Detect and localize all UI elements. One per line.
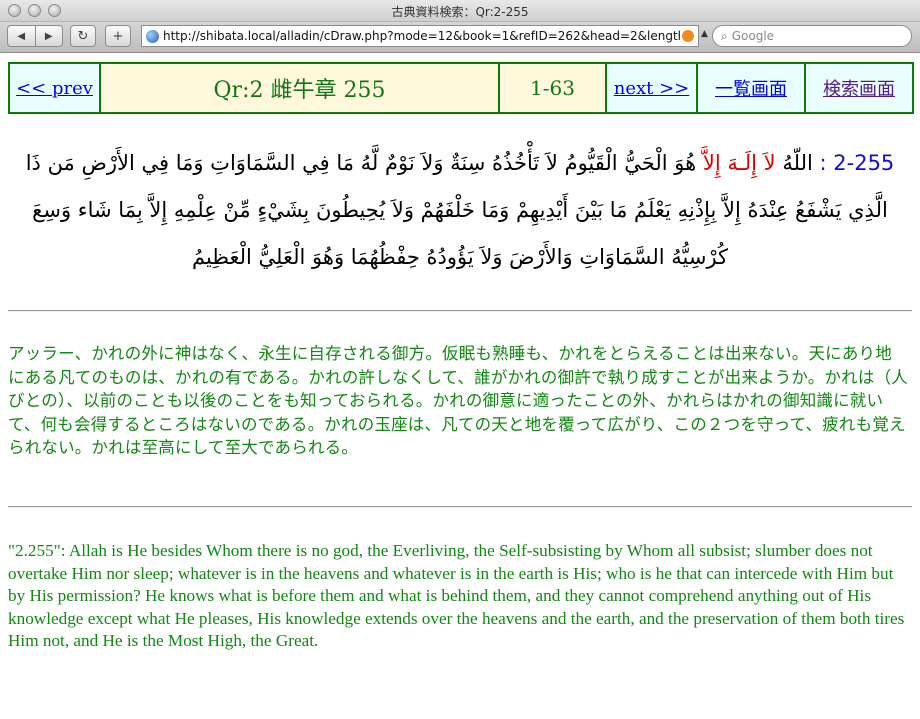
search-placeholder: Google xyxy=(731,29,775,43)
reload-icon: ↻ xyxy=(77,28,89,44)
forward-icon[interactable]: ▶ xyxy=(36,31,63,42)
back-forward-group: ◀ ▶ xyxy=(7,25,63,47)
address-bar[interactable]: http://shibata.local/alladin/cDraw.php?m… xyxy=(141,25,699,47)
browser-toolbar: ◀ ▶ ↻ + http://shibata.local/alladin/cDr… xyxy=(0,22,920,53)
verse-range: 1-63 xyxy=(498,62,607,114)
search-icon: ⌕ xyxy=(721,28,728,43)
verse-ref: 2-255 : xyxy=(819,151,895,175)
globe-icon xyxy=(146,29,159,43)
japanese-translation: アッラー、かれの外に神はなく、永生に自存される御方。仮眠も熟睡も、かれをとらえる… xyxy=(8,344,908,457)
url-dropdown-icon[interactable]: ▲ xyxy=(701,29,708,39)
reload-button[interactable]: ↻ xyxy=(70,25,96,47)
verse-navigation: << prev Qr:2 雌牛章 255 1-63 next >> 一覧画面 検… xyxy=(8,62,914,114)
plus-icon: + xyxy=(112,28,124,44)
english-translation: "2.255": Allah is He besides Whom there … xyxy=(8,541,905,650)
arabic-verse: 2-255 : اللّهُ لاَ إِلَـهَ إِلاَّ هُوَ ا… xyxy=(14,140,906,281)
verse-allah: اللّهُ xyxy=(782,151,813,175)
window-title: 古典資料検索：Qr:2-255 xyxy=(391,5,529,19)
add-bookmark-button[interactable]: + xyxy=(105,25,131,47)
divider xyxy=(8,506,912,508)
verse-title: Qr:2 雌牛章 255 xyxy=(99,62,500,114)
search-field[interactable]: ⌕ Google xyxy=(712,25,912,47)
search-cell: 検索画面 xyxy=(804,62,914,114)
next-cell: next >> xyxy=(605,62,698,114)
search-view-link[interactable]: 検索画面 xyxy=(823,79,895,100)
back-icon[interactable]: ◀ xyxy=(8,31,35,42)
rss-icon[interactable] xyxy=(682,30,694,42)
prev-cell: << prev xyxy=(8,62,101,114)
verse-highlight: لاَ إِلَـهَ إِلاَّ xyxy=(702,151,776,175)
window-titlebar: 古典資料検索：Qr:2-255 xyxy=(0,0,920,22)
divider xyxy=(8,310,912,312)
next-link[interactable]: next >> xyxy=(614,78,690,99)
list-cell: 一覧画面 xyxy=(696,62,806,114)
list-view-link[interactable]: 一覧画面 xyxy=(715,79,787,100)
prev-link[interactable]: << prev xyxy=(16,78,93,99)
page-content: << prev Qr:2 雌牛章 255 1-63 next >> 一覧画面 検… xyxy=(0,53,920,719)
url-text[interactable]: http://shibata.local/alladin/cDraw.php?m… xyxy=(163,29,680,43)
